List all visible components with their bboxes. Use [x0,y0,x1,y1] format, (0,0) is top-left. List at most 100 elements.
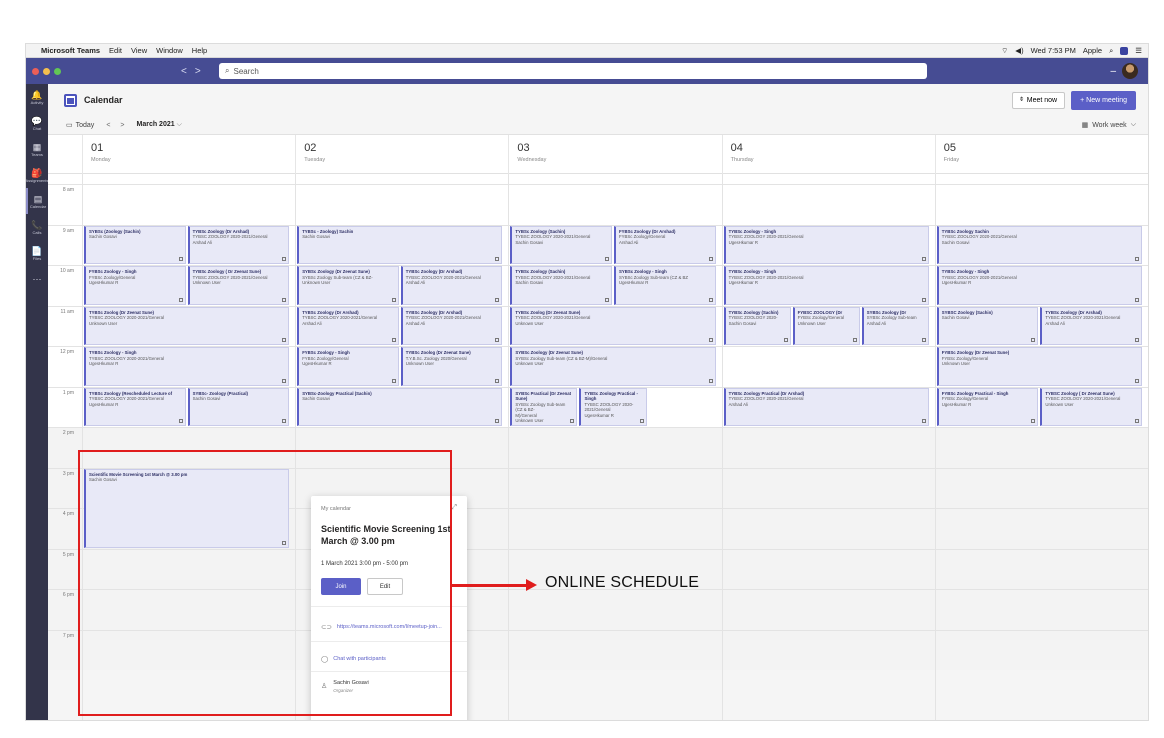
event-status-icon [921,338,926,342]
calendar-event[interactable]: SYBSC Zoology (Sachin) Sachin Gosavi [936,306,1039,345]
calendar-event[interactable]: TYBSc Zoolog (Dr Zeenat Sune) TYBSC ZOOLO… [84,306,290,345]
calendar-event[interactable]: SYBSc Zoology (Dr Zeenat Sune) SYBSc Zool… [297,266,399,305]
menubar-user[interactable]: Apple [1083,46,1102,55]
rail-item-teams[interactable]: ▦ Teams [26,136,48,162]
rail-item-more[interactable]: ··· [26,266,48,292]
calendar-event[interactable]: TYBSc Zoology - Singh TYBSC ZOOLOGY 2020-… [84,347,290,386]
prev-week-chevron-icon[interactable]: < [106,122,110,129]
rail-item-calls[interactable]: 📞 Calls [26,214,48,240]
calendar-event[interactable]: TYBSc Zoology (Dr Arshad) TYBSC ZOOLOGY 2… [187,225,290,264]
calendar-event[interactable]: SYBSc Zoology (Dr Zeenat Sune) SYBSc Zool… [510,347,716,386]
calendar-event[interactable]: SYBSc-Zoology Practical (Sachin) Sachin G… [297,387,503,426]
calendar-event[interactable]: FYBSc Zoology (Dr Zeenat Sune) FYBSc Zool… [936,347,1142,386]
calendar-event[interactable]: TYBSc Zoolog (Dr Zeenat Sune) T.Y.B.Sc. Z… [400,347,503,386]
next-week-chevron-icon[interactable]: > [120,122,124,129]
calendar-event[interactable]: SYBSc Practical (Dr Zeenat Sune) SYBSc Zo… [510,387,578,426]
day-header[interactable]: 03 Wednesday [508,135,721,175]
calendar-event[interactable]: SYBSc (Zoology (Sachin) Sachin Gosavi [84,225,186,264]
calendar-event[interactable]: TYBSc Zoology ( Dr Zeenat Sune) TYBSC ZOO… [187,266,290,305]
calendar-event[interactable]: FYBSc Zoology (Dr Arshad) FYBSc Zoology/G… [614,225,716,264]
expand-icon[interactable]: ⤢ [451,504,457,512]
day-number: 01 [91,142,104,154]
calendar-event[interactable]: TYBSc Zoolog (Dr Zeenat Sune) TYBSC ZOOLO… [510,306,716,345]
today-calendar-icon: ▭ [66,122,73,129]
calendar-icon: ▤ [33,193,43,204]
day-header[interactable]: 04 Thursday [721,135,935,175]
search-placeholder: Search [233,66,259,76]
calendar-event[interactable]: TYBSc Zoology Practical - Singh TYBSC ZOO… [579,387,647,426]
chevron-down-icon: ⌵ [176,121,182,128]
calendar-event[interactable]: TYBSc Zoology (Sachin) TYBSC ZOOLOGY 2020… [510,266,612,305]
menubar-status-area: ⌔ ◀) Wed 7:53 PM Apple ⌕ ☰ [1001,46,1142,56]
event-detail: UgesHkumar R [941,401,972,407]
rail-item-chat[interactable]: 💬 Chat [26,110,48,136]
search-input[interactable]: ⌕ Search [219,63,927,79]
forward-arrow-icon[interactable]: > [195,66,201,77]
rail-item-label: Chat [32,125,42,131]
week-nav: < > [106,122,124,129]
today-button[interactable]: ▭ Today [66,121,94,130]
menu-help[interactable]: Help [192,46,207,55]
menu-app-name[interactable]: Microsoft Teams [41,46,100,55]
calendar-event[interactable]: SYBSc- Zoology (Practical) Sachin Gosavi [187,387,290,426]
menubar-clock[interactable]: Wed 7:53 PM [1031,46,1076,55]
calendar-event[interactable]: TYBSc Zoology (Sachin) TYBSC ZOOLOGY 2020… [723,306,791,345]
event-status-icon [921,419,926,423]
event-status-icon [921,257,926,261]
meet-now-button[interactable]: ⌽ Meet now [1011,91,1066,109]
calendar-event[interactable]: FYBSc Zoology Practical - Singh FYBSc Zoo… [936,387,1039,426]
calendar-event[interactable]: FYBSc Zoology - Singh FYBSc Zoology/Gener… [297,347,399,386]
menu-window[interactable]: Window [156,46,183,55]
back-arrow-icon[interactable]: < [181,66,187,77]
calendar-event[interactable]: SYBSc Zoology (Dr SYBSc Zoology Sub-team A… [861,306,929,345]
rail-item-assignments[interactable]: 🎒 Assignments [26,162,48,188]
event-detail: Sachin Gosavi [302,234,330,240]
event-status-icon [495,338,500,342]
day-header[interactable]: 05 Friday [934,135,1148,175]
event-status-icon [921,297,926,302]
spotlight-icon[interactable]: ⌕ [1109,46,1113,56]
control-center-icon[interactable]: ☰ [1135,46,1142,55]
calendar-event[interactable]: SYBSc Zoology - Singh SYBSc Zoology Sub-t… [614,266,716,305]
rail-item-activity[interactable]: 🔔 Activity [26,84,48,110]
calendar-event[interactable]: TYBSc - Zoology) Sachin Sachin Gosavi [297,225,503,264]
day-header[interactable]: 01 Monday [82,135,295,175]
calendar-event[interactable]: TYBSc Zoology (Dr Arshad) TYBSC ZOOLOGY 2… [400,266,503,305]
new-meeting-button[interactable]: + New meeting [1071,90,1136,110]
wifi-icon[interactable]: ⌔ [1001,46,1008,56]
minimize-dash[interactable]: – [1110,66,1116,77]
calendar-event[interactable]: TYBSc Zoology - Singh TYBSC ZOOLOGY 2020-… [723,225,929,264]
event-status-icon [495,297,500,302]
volume-icon[interactable]: ◀) [1015,46,1023,55]
menu-edit[interactable]: Edit [109,46,122,55]
event-status-icon [282,257,287,261]
calendar-event[interactable]: TYBSc Zoology (Dr Arshad) TYBSC ZOOLOGY 2… [297,306,399,345]
calendar-event[interactable]: TYBSc Zoology (Dr Arshad) TYBSC ZOOLOGY 2… [1040,306,1142,345]
menu-view[interactable]: View [131,46,147,55]
bell-icon: 🔔 [31,89,43,100]
calendar-event[interactable]: TYBSC Zoology ( Dr Zeenat Sune) TYBSC ZOO… [1040,387,1142,426]
rail-item-files[interactable]: 📄 Files [26,240,48,266]
month-picker[interactable]: March 2021 ⌵ [137,121,182,129]
close-window-button[interactable] [32,67,39,75]
zoom-window-button[interactable] [54,67,61,75]
calendar-event[interactable]: TYBSc Zoology Practical (Dr Arshad) TYBSC… [723,387,929,426]
annotation-arrow-line [452,584,530,587]
user-avatar[interactable] [1122,63,1138,79]
history-nav: < > [181,66,217,77]
calendar-event[interactable]: TYBSc Zoology (Rescheduled Lecture of TYB… [84,387,186,426]
hour-label: 1 pm [62,389,74,396]
calendar-event[interactable]: TYBSc Zoology Sachin TYBSC ZOOLOGY 2020-2… [936,225,1142,264]
calendar-event[interactable]: TYBSc Zoology (Dr Arshad) TYBSC ZOOLOGY 2… [400,306,503,345]
minimize-window-button[interactable] [43,67,50,75]
day-header[interactable]: 02 Tuesday [295,135,508,175]
teams-status-icon[interactable] [1120,46,1129,55]
calendar-event[interactable]: FYBSc Zoology - Singh FYBSc Zoology/Gener… [84,266,186,305]
rail-item-calendar[interactable]: ▤ Calendar [26,188,48,214]
calendar-event[interactable]: TYBSc Zoology (Sachin) TYBSC ZOOLOGY 2020… [510,225,612,264]
calendar-event[interactable]: TYBSc Zoology - Singh TYBSC ZOOLOGY 2020-… [936,266,1142,305]
view-selector[interactable]: ▦ Work week ⌵ [1082,121,1136,129]
page-title: Calendar [84,95,123,105]
calendar-event[interactable]: TYBSc Zoology - Singh TYBSC ZOOLOGY 2020-… [723,266,929,305]
calendar-event[interactable]: FYBSC ZOOLOGY (Dr FYBSc Zoology/General Un… [792,306,860,345]
